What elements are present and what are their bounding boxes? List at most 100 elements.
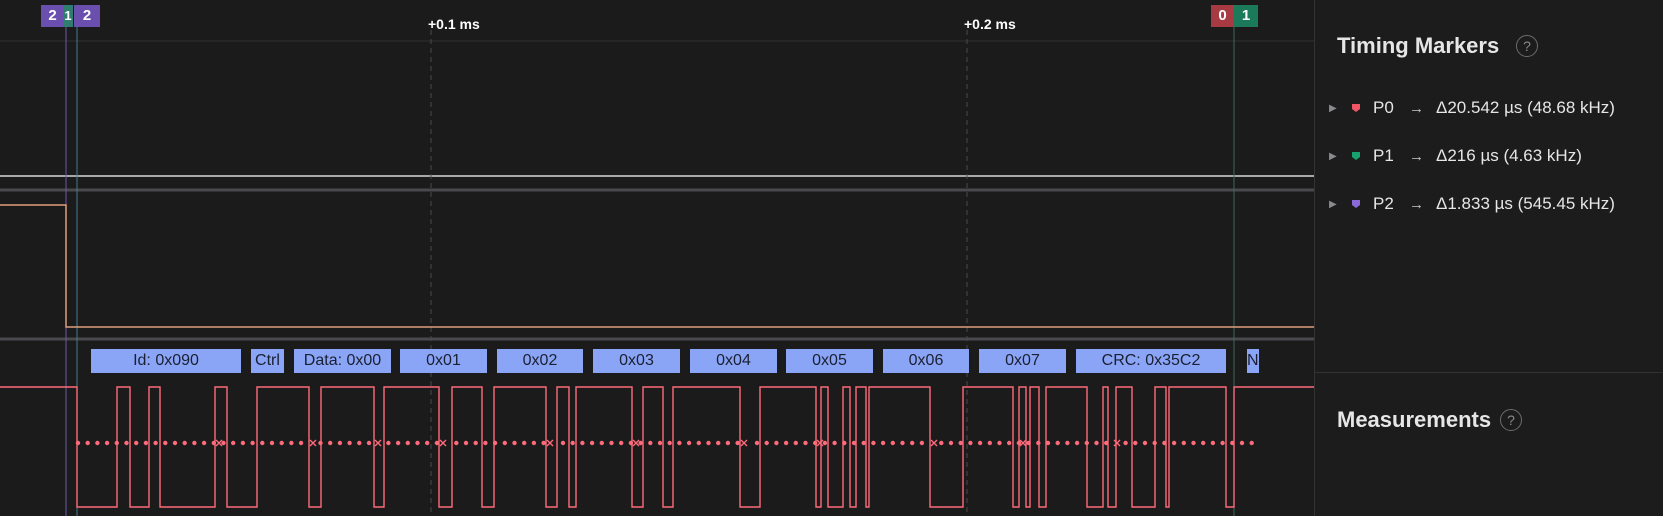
packet-data[interactable]: Data: 0x00 xyxy=(294,349,391,373)
arrow-right-icon: → xyxy=(1409,147,1424,165)
bit-sample-dot xyxy=(1104,440,1109,446)
bit-sample-dot xyxy=(260,440,265,446)
expand-triangle-icon[interactable]: ▶ xyxy=(1329,151,1351,162)
marker-row-p0[interactable]: ▶ P0 → Δ20.542 µs (48.68 kHz) xyxy=(1329,96,1615,120)
bit-sample-dot xyxy=(318,440,323,446)
bit-sample-dot xyxy=(75,440,81,446)
bit-sample-dot xyxy=(1094,440,1099,446)
packet-byte-07[interactable]: 0x07 xyxy=(979,349,1066,373)
marker-tag-1b[interactable]: 1 xyxy=(1234,5,1258,27)
bit-sample-dot xyxy=(85,440,90,446)
bit-sample-dot xyxy=(1065,440,1070,446)
bit-sample-dot xyxy=(560,440,566,446)
stuff-bit-marker xyxy=(930,439,938,447)
bit-sample-dot xyxy=(832,440,837,446)
bit-sample-dot xyxy=(754,440,760,446)
packet-byte-05[interactable]: 0x05 xyxy=(786,349,873,373)
bit-sample-dot xyxy=(638,440,643,446)
marker-tag-2a[interactable]: 2 xyxy=(41,5,64,27)
bit-sample-dot xyxy=(1171,440,1177,446)
packet-id[interactable]: Id: 0x090 xyxy=(91,349,241,373)
waveform-canvas[interactable] xyxy=(0,0,1314,516)
packet-byte-02[interactable]: 0x02 xyxy=(497,349,583,373)
bit-sample-dot xyxy=(735,440,740,446)
packet-n[interactable]: N xyxy=(1247,349,1259,373)
bit-sample-dot xyxy=(1230,440,1235,446)
bit-sample-dot xyxy=(900,440,905,446)
bit-sample-dot xyxy=(1220,440,1225,446)
packet-byte-03[interactable]: 0x03 xyxy=(593,349,680,373)
bit-sample-dot xyxy=(580,440,585,446)
bit-sample-dot xyxy=(628,440,634,446)
expand-triangle-icon[interactable]: ▶ xyxy=(1329,103,1351,114)
can-signal-waveform xyxy=(0,386,1314,508)
bit-sample-dot xyxy=(977,440,983,446)
bit-sample-dot xyxy=(153,440,158,446)
waveform-area[interactable]: 2 1 2 0 1 +0.1 ms +0.2 ms Id: 0x090 Ctrl… xyxy=(0,0,1314,516)
marker-tag-2b[interactable]: 2 xyxy=(74,5,100,27)
bit-sample-dot xyxy=(657,440,663,446)
bit-sample-dot xyxy=(1084,440,1090,446)
measurements-help-icon[interactable]: ? xyxy=(1500,409,1522,431)
bit-sample-dot xyxy=(434,440,440,446)
marker-delta: Δ216 µs (4.63 kHz) xyxy=(1436,146,1582,165)
bit-sample-dot xyxy=(473,440,478,446)
bit-sample-dot xyxy=(425,440,430,446)
bit-sample-dot xyxy=(337,440,343,446)
marker-tag-0[interactable]: 0 xyxy=(1211,5,1234,27)
panel-divider xyxy=(1315,372,1663,373)
marker-tag-1a[interactable]: 1 xyxy=(63,5,73,27)
marker-delta: Δ20.542 µs (48.68 kHz) xyxy=(1436,98,1615,117)
bit-sample-dot xyxy=(1045,440,1051,446)
bit-sample-dot xyxy=(182,440,187,446)
bit-sample-dot xyxy=(163,440,168,446)
packet-byte-04[interactable]: 0x04 xyxy=(690,349,777,373)
bit-sample-dot xyxy=(1133,440,1138,446)
bit-sample-dot xyxy=(570,440,575,446)
bit-sample-dot xyxy=(686,440,692,446)
bit-sample-dot xyxy=(328,440,333,446)
flag-icon xyxy=(1351,98,1365,118)
stuff-bit-marker xyxy=(546,439,554,447)
bit-sample-dot xyxy=(783,440,789,446)
bit-sample-dot xyxy=(871,440,876,446)
bit-sample-dot xyxy=(1162,440,1167,446)
bit-sample-dot xyxy=(134,440,139,446)
bit-sample-dot xyxy=(1055,440,1060,446)
bit-sample-dot xyxy=(667,440,672,446)
bit-sample-dot xyxy=(1016,440,1022,446)
marker-row-p2[interactable]: ▶ P2 → Δ1.833 µs (545.45 kHz) xyxy=(1329,192,1615,216)
packet-ctrl[interactable]: Ctrl xyxy=(251,349,284,373)
bit-sample-dot xyxy=(851,440,857,446)
bit-sample-dot xyxy=(211,440,216,446)
bit-sample-dot xyxy=(415,440,420,446)
bit-sample-dot xyxy=(910,440,915,446)
bit-sample-dot xyxy=(405,440,410,446)
packet-crc[interactable]: CRC: 0x35C2 xyxy=(1076,349,1226,373)
bit-sample-dot xyxy=(463,440,469,446)
bit-sample-dot xyxy=(366,440,372,446)
stuff-bit-marker xyxy=(632,439,640,447)
packet-byte-06[interactable]: 0x06 xyxy=(883,349,969,373)
bit-sample-dot xyxy=(764,440,769,446)
timing-help-icon[interactable]: ? xyxy=(1516,35,1538,57)
marker-name: P0 xyxy=(1373,98,1394,117)
bit-sample-dot xyxy=(774,440,779,446)
bit-sample-dot xyxy=(104,440,110,446)
bit-sample-dot xyxy=(1074,440,1080,446)
bit-sample-dot xyxy=(919,440,925,446)
bit-sample-dot xyxy=(648,440,653,446)
bit-sample-dot xyxy=(997,440,1002,446)
bit-sample-dot xyxy=(454,440,459,446)
bit-sample-dot xyxy=(890,440,895,446)
bit-sample-dot xyxy=(706,440,711,446)
marker-row-p1[interactable]: ▶ P1 → Δ216 µs (4.63 kHz) xyxy=(1329,144,1582,168)
bit-sample-dot xyxy=(492,440,498,446)
bit-sample-dot xyxy=(502,440,507,446)
bit-sample-dot xyxy=(483,440,488,446)
arrow-right-icon: → xyxy=(1409,195,1424,213)
expand-triangle-icon[interactable]: ▶ xyxy=(1329,199,1351,210)
bit-sample-dot xyxy=(1239,440,1245,446)
bit-sample-dot xyxy=(269,440,275,446)
packet-byte-01[interactable]: 0x01 xyxy=(400,349,487,373)
